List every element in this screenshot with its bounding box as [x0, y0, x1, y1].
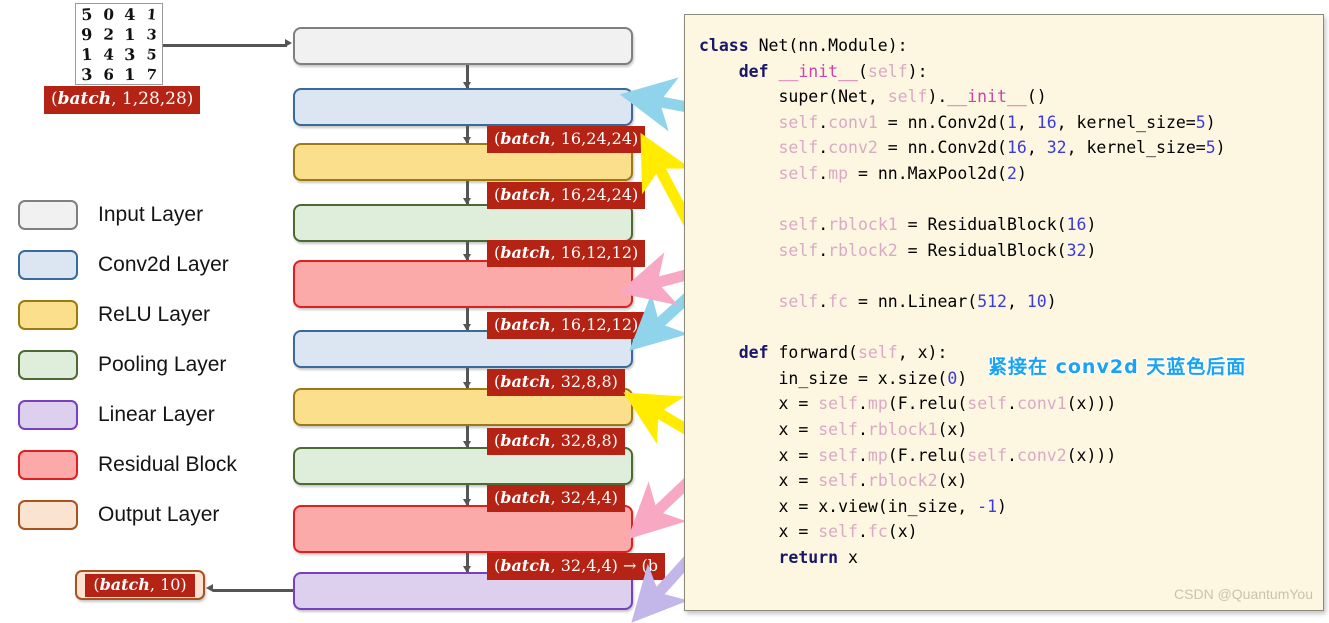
legend-swatch	[18, 400, 78, 430]
legend-item: Conv2d Layer	[18, 240, 237, 290]
flow-connector	[463, 242, 470, 261]
watermark: CSDN @QuantumYou	[1174, 586, 1313, 602]
mnist-digit: 4	[123, 4, 136, 24]
mnist-digit: 3	[123, 44, 136, 64]
shape-tag: (batch, 32,4,4) → (b	[487, 553, 665, 580]
input-arrow	[163, 44, 287, 47]
output-arrow	[213, 589, 293, 592]
shape-tag: (batch, 32,4,4)	[487, 485, 625, 512]
mnist-digit: 1	[123, 24, 136, 44]
residual-block-2	[293, 505, 633, 553]
chinese-annotation: 紧接在 conv2d 天蓝色后面	[988, 356, 1247, 378]
flow-connector	[463, 65, 470, 89]
diagram-canvas: 5041921314353617 (batch, 1,28,28) Input …	[0, 0, 1329, 623]
code-panel: class Net(nn.Module): def __init__(self)…	[684, 14, 1324, 611]
shape-tag: (batch, 16,12,12)	[487, 240, 646, 267]
legend-item: Output Layer	[18, 490, 237, 540]
flow-connector	[463, 553, 470, 573]
legend-item: Input Layer	[18, 190, 237, 240]
shape-tag: (batch, 16,24,24)	[487, 126, 646, 153]
mnist-digit-grid: 5041921314353617	[75, 3, 163, 85]
legend-item: Pooling Layer	[18, 340, 237, 390]
mnist-digit: 1	[123, 64, 136, 84]
mnist-digit: 1	[80, 44, 93, 64]
legend-item: ReLU Layer	[18, 290, 237, 340]
shape-tag: (batch, 32,8,8)	[487, 369, 625, 396]
legend-swatch	[18, 500, 78, 530]
shape-tag: (batch, 32,8,8)	[487, 428, 625, 455]
pooling-1-block	[293, 204, 633, 242]
legend-swatch	[18, 350, 78, 380]
input-arrow-head	[285, 39, 292, 47]
output-arrow-head	[206, 584, 213, 592]
flow-connector	[463, 308, 470, 331]
mnist-digit: 3	[145, 25, 157, 43]
flow-connector	[463, 368, 470, 389]
mnist-digit: 5	[145, 45, 157, 63]
legend-label: Conv2d Layer	[98, 253, 229, 276]
residual-block-1	[293, 260, 633, 308]
legend: Input Layer Conv2d Layer ReLU Layer Pooling…	[18, 190, 237, 540]
mnist-digit: 4	[102, 44, 114, 64]
shape-tag-input: (batch, 1,28,28)	[44, 86, 201, 114]
mnist-grid: 5041921314353617	[76, 4, 162, 84]
mnist-digit: 3	[80, 64, 93, 84]
legend-label: Output Layer	[98, 503, 220, 526]
flow-connector	[463, 485, 470, 506]
shape-tag: (batch, 16,24,24)	[487, 182, 646, 209]
output-box: (batch, 10)	[75, 570, 205, 600]
code-text: class Net(nn.Module): def __init__(self)…	[699, 36, 1226, 567]
mnist-digit: 5	[80, 4, 93, 24]
flow-connector	[463, 181, 470, 205]
mnist-digit: 2	[102, 24, 114, 44]
mnist-digit: 6	[102, 64, 114, 84]
legend-item: Linear Layer	[18, 390, 237, 440]
mnist-digit: 0	[102, 4, 114, 24]
legend-label: Pooling Layer	[98, 353, 227, 376]
shape-tag-output: (batch, 10)	[85, 573, 195, 597]
legend-label: Input Layer	[98, 203, 204, 226]
legend-label: Linear Layer	[98, 403, 215, 426]
mnist-digit: 1	[145, 5, 157, 23]
input-layer-block	[293, 27, 633, 65]
legend-label: Residual Block	[98, 453, 237, 476]
flow-connector	[463, 426, 470, 448]
mnist-digit: 9	[80, 24, 93, 44]
mnist-digit: 7	[145, 65, 157, 83]
legend-swatch	[18, 200, 78, 230]
legend-swatch	[18, 250, 78, 280]
shape-tag: (batch, 16,12,12)	[487, 312, 646, 339]
legend-swatch	[18, 300, 78, 330]
legend-label: ReLU Layer	[98, 303, 211, 326]
legend-swatch	[18, 450, 78, 480]
flow-connector	[463, 126, 470, 144]
legend-item: Residual Block	[18, 440, 237, 490]
conv2d-1-block	[293, 88, 633, 126]
